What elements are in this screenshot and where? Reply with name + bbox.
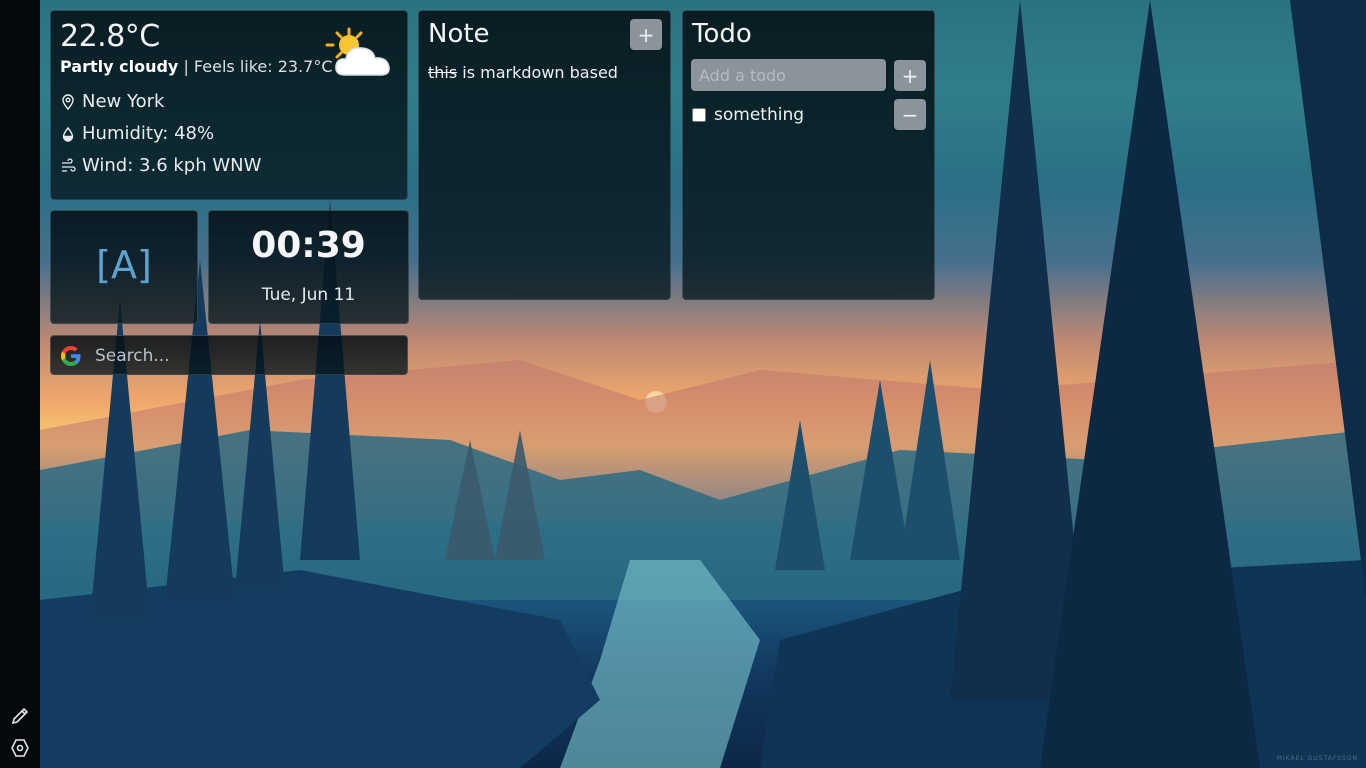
clock-time: 00:39 [251, 225, 366, 266]
temperature: 22.8°C [60, 19, 160, 54]
todo-remove-button[interactable]: − [894, 99, 926, 130]
settings-hexagon-icon[interactable] [8, 736, 32, 760]
search-widget [50, 335, 408, 375]
todo-add-button[interactable]: + [894, 60, 926, 91]
wind-icon [62, 157, 76, 172]
clock-date: Tue, Jun 11 [261, 285, 356, 305]
sidebar-rail [0, 0, 40, 768]
google-icon [61, 346, 81, 366]
map-pin-icon [62, 93, 74, 110]
logo-text: [A] [96, 243, 152, 287]
note-widget: Note + this is markdown based [418, 10, 671, 300]
note-add-button[interactable]: + [630, 19, 662, 50]
pencil-icon[interactable] [8, 704, 32, 728]
todo-checkbox[interactable] [692, 108, 706, 122]
wind-text: Wind: 3.6 kph WNW [82, 155, 262, 176]
logo-widget: [A] [50, 210, 198, 324]
droplet-icon [62, 126, 74, 142]
wallpaper-credit: MIKAEL GUSTAFSSON [1276, 755, 1358, 762]
note-title: Note [428, 19, 490, 49]
todo-title: Todo [692, 19, 752, 49]
partly-cloudy-icon [325, 27, 390, 76]
location-row: New York [60, 91, 164, 112]
todo-item: something [692, 105, 804, 125]
todo-widget: Todo + something − [682, 10, 935, 300]
todo-input[interactable] [691, 59, 886, 91]
location-text: New York [82, 91, 165, 112]
weather-widget: 22.8°C Partly cloudy | Feels like: 23.7°… [50, 10, 408, 200]
humidity-row: Humidity: 48% [60, 123, 214, 144]
condition-text: Partly cloudy [60, 57, 179, 76]
feels-like-text: | Feels like: 23.7°C [183, 57, 333, 76]
clock-widget: 00:39 Tue, Jun 11 [208, 210, 409, 324]
humidity-text: Humidity: 48% [82, 123, 215, 144]
wind-row: Wind: 3.6 kph WNW [60, 155, 261, 176]
search-input[interactable] [95, 340, 401, 372]
note-strikethrough-text: this [428, 63, 458, 82]
todo-item-label: something [714, 105, 805, 125]
note-content[interactable]: this is markdown based [428, 63, 618, 82]
weather-condition-line: Partly cloudy | Feels like: 23.7°C [60, 57, 333, 76]
note-body-text: is markdown based [457, 63, 618, 82]
